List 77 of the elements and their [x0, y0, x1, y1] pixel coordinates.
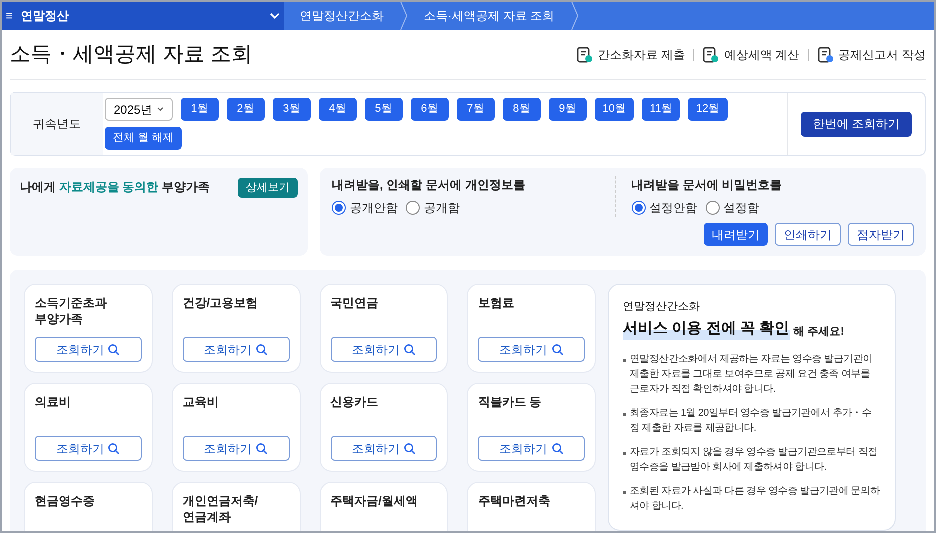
radio-option[interactable]: 설정함 [706, 199, 760, 217]
category-name: 개인연금저축/ 연금계좌 [182, 493, 260, 526]
page-title: 소득・세액공제 자료 조회 [10, 42, 253, 68]
year-dropdown[interactable]: 2025년 [105, 98, 173, 121]
bullet-icon [623, 413, 626, 416]
month-button[interactable]: 12월 [688, 98, 728, 121]
category-name: 직불카드 등 [478, 394, 543, 411]
toolbar-action-link[interactable]: 간소화자료 제출 [576, 46, 686, 64]
option-label: 내려받을 문서에 비밀번호를 [632, 177, 784, 194]
breadcrumb-separator-icon [400, 2, 408, 30]
month-button[interactable]: 9월 [548, 98, 587, 121]
menu-icon[interactable]: ≡ [6, 7, 14, 25]
month-button[interactable]: 7월 [456, 98, 495, 121]
notice-item: 자료가 조회되지 않을 경우 영수증 발급기관으로부터 직접 영수증을 발급받아 회사에 제출하셔야 합니다. [630, 446, 879, 475]
lookup-button[interactable]: 조회하기 [478, 436, 585, 461]
year-label: 귀속년도 [11, 93, 103, 155]
search-icon [108, 344, 120, 356]
search-icon [552, 344, 564, 356]
search-icon [404, 344, 416, 356]
notice-heading-suffix: 해 주세요! [794, 324, 844, 340]
lookup-button[interactable]: 조회하기 [330, 436, 438, 461]
category-name: 주택마련저축 [478, 493, 552, 510]
dependents-text: 나에게 자료제공을 동의한 부양가족 [20, 179, 210, 196]
lookup-button[interactable]: 조회하기 [182, 337, 290, 362]
month-button[interactable]: 5월 [364, 98, 403, 121]
radio-option[interactable]: 공개안함 [332, 199, 398, 217]
breadcrumb-link[interactable]: 소득·세액공제 자료 조회 [408, 7, 571, 25]
search-icon [256, 344, 268, 356]
month-button[interactable]: 4월 [318, 98, 357, 121]
toolbar-action-link[interactable]: 공제신고서 작성 [816, 46, 926, 64]
month-button[interactable]: 1월 [180, 98, 219, 121]
category-name: 주택자금/월세액 [330, 493, 419, 510]
breadcrumb-separator-icon [570, 2, 579, 30]
bullet-icon [623, 491, 626, 494]
search-icon [404, 442, 416, 454]
search-icon [108, 442, 120, 454]
notice-item: 연말정산간소화에서 제공하는 자료는 영수증 발급기관이 제출한 자료를 그대로 보여주므로 공제 요건 충족 여부를 근로자가 직접 확인하셔야 합니다. [630, 353, 874, 397]
search-all-button[interactable]: 한번에 조회하기 [800, 112, 912, 136]
notice-item: 조회된 자료가 사실과 다른 경우 영수증 발급기관에 문의하셔야 합니다. [630, 485, 881, 514]
lookup-button[interactable]: 조회하기 [182, 436, 290, 461]
month-button[interactable]: 6월 [410, 98, 449, 121]
download-action-button[interactable]: 점자받기 [848, 223, 914, 246]
month-button[interactable]: 8월 [502, 98, 541, 121]
category-name: 교육비 [182, 394, 220, 411]
notice-subtitle: 연말정산간소화 [623, 300, 701, 315]
category-name: 신용카드 [330, 394, 380, 411]
chevron-down-icon[interactable] [270, 12, 280, 20]
month-button[interactable]: 11월 [642, 98, 680, 121]
search-icon [552, 442, 564, 454]
lookup-button[interactable]: 조회하기 [35, 337, 142, 362]
radio-option[interactable]: 설정안함 [632, 199, 698, 217]
breadcrumb-link[interactable]: 연말정산간소화 [284, 7, 400, 25]
detail-button[interactable]: 상세보기 [238, 178, 298, 198]
notice-item: 최종자료는 1월 20일부터 영수증 발급기관에서 추가・수정 제출한 자료를 제공합니다. [630, 407, 873, 436]
category-name: 현금영수증 [35, 493, 96, 510]
lookup-button[interactable]: 조회하기 [330, 337, 438, 362]
month-button[interactable]: 2월 [226, 98, 265, 121]
category-name: 소득기준초과 부양가족 [35, 295, 108, 328]
bullet-icon [623, 452, 626, 455]
category-name: 국민연금 [330, 295, 380, 312]
lookup-button[interactable]: 조회하기 [478, 337, 585, 362]
toolbar-action-link[interactable]: 예상세액 계산 [702, 46, 800, 64]
download-action-button[interactable]: 내려받기 [704, 223, 768, 246]
clear-months-button[interactable]: 전체 월 해제 [105, 127, 182, 150]
nav-title: 연말정산 [21, 8, 70, 25]
search-icon [256, 442, 268, 454]
category-name: 보험료 [478, 295, 516, 312]
lookup-button[interactable]: 조회하기 [35, 436, 142, 461]
month-button[interactable]: 3월 [272, 98, 311, 121]
chevron-down-icon [156, 107, 164, 112]
month-button[interactable]: 10월 [594, 98, 634, 121]
category-name: 의료비 [35, 394, 72, 411]
category-name: 건강/고용보험 [182, 295, 260, 312]
bullet-icon [623, 359, 626, 362]
option-label: 내려받을, 인쇄할 문서에 개인정보를 [332, 177, 526, 194]
download-action-button[interactable]: 인쇄하기 [775, 223, 841, 246]
radio-option[interactable]: 공개함 [406, 199, 460, 217]
